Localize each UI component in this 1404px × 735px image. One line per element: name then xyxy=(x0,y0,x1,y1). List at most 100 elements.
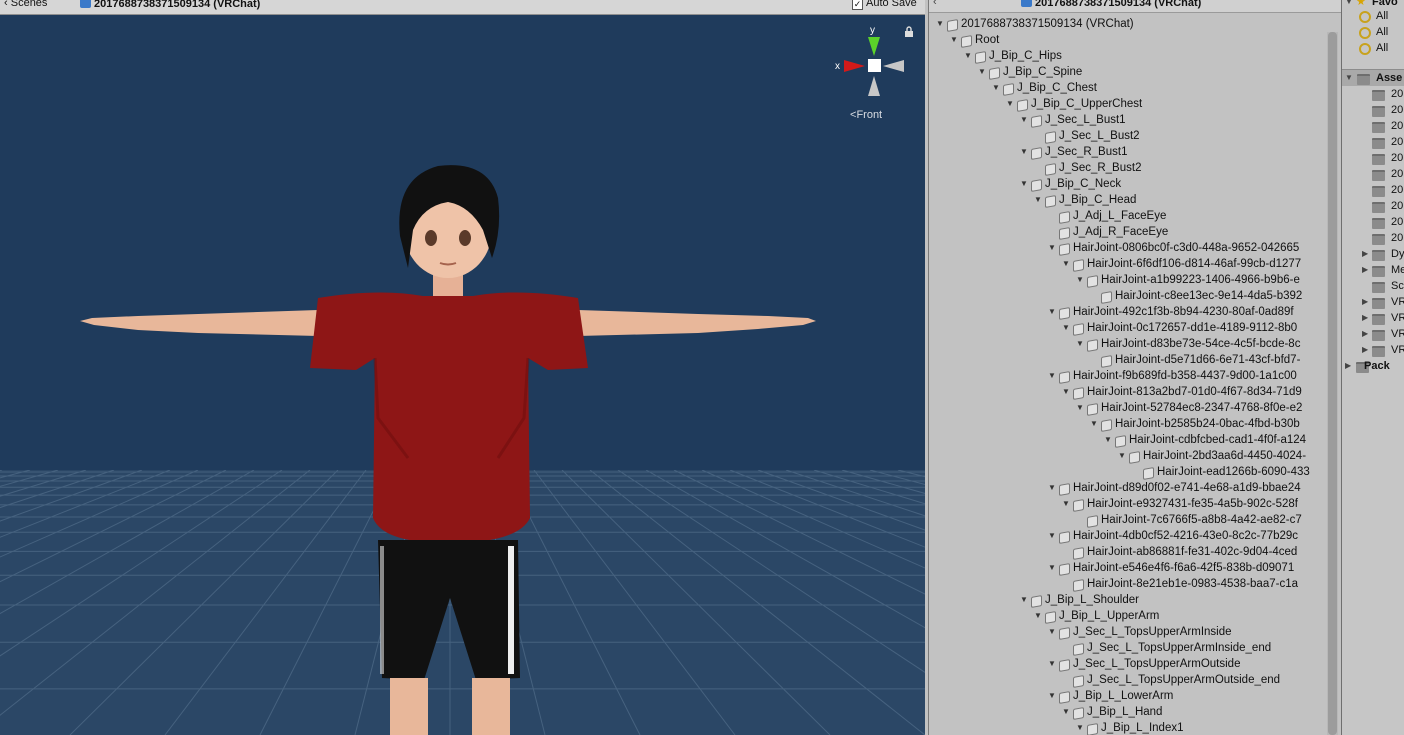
hierarchy-row[interactable]: ▼ HairJoint-52784ec8-2347-4768-8f0e-e2 xyxy=(929,400,1325,416)
scene-view[interactable]: ‹ Scenes 2017688738371509134 (VRChat) ✓ A… xyxy=(0,0,925,735)
hierarchy-scrollbar[interactable] xyxy=(1327,32,1338,735)
expand-arrow-icon[interactable]: ▼ xyxy=(991,80,1001,96)
expand-arrow-icon[interactable]: ▼ xyxy=(1019,144,1029,160)
hierarchy-row[interactable]: ▼ J_Bip_L_Shoulder xyxy=(929,592,1325,608)
hierarchy-row[interactable]: ▼ J_Sec_L_TopsUpperArmOutside xyxy=(929,656,1325,672)
hierarchy-row[interactable]: ▼ J_Sec_L_TopsUpperArmInside xyxy=(929,624,1325,640)
hierarchy-row[interactable]: ▼ HairJoint-e546e4f6-f6a6-42f5-838b-d0907… xyxy=(929,560,1325,576)
expand-arrow-icon[interactable]: ▼ xyxy=(963,48,973,64)
expand-arrow-icon[interactable]: ▼ xyxy=(1061,320,1071,336)
hierarchy-row[interactable]: ▼ HairJoint-f9b689fd-b358-4437-9d00-1a1c0… xyxy=(929,368,1325,384)
collapse-arrow-icon[interactable]: ▶ xyxy=(1362,246,1368,262)
hierarchy-row[interactable]: J_Adj_L_FaceEye xyxy=(929,208,1325,224)
assets-header[interactable]: ▼ Asse xyxy=(1342,70,1404,86)
expand-arrow-icon[interactable]: ▼ xyxy=(1005,96,1015,112)
expand-arrow-icon[interactable]: ▼ xyxy=(1075,336,1085,352)
hierarchy-row[interactable]: ▼ HairJoint-0806bc0f-c3d0-448a-9652-04266… xyxy=(929,240,1325,256)
hierarchy-row[interactable]: ▼ HairJoint-d83be73e-54ce-4c5f-bcde-8c xyxy=(929,336,1325,352)
collapse-arrow-icon[interactable]: ▶ xyxy=(1362,310,1368,326)
view-mode-label[interactable]: <Front xyxy=(850,109,882,121)
expand-arrow-icon[interactable]: ▼ xyxy=(1019,176,1029,192)
hierarchy-row[interactable]: ▼ J_Bip_L_Index1 xyxy=(929,720,1325,735)
expand-arrow-icon[interactable]: ▼ xyxy=(1061,256,1071,272)
expand-arrow-icon[interactable]: ▼ xyxy=(1061,704,1071,720)
hierarchy-row[interactable]: J_Sec_L_TopsUpperArmInside_end xyxy=(929,640,1325,656)
hierarchy-row[interactable]: HairJoint-8e21eb1e-0983-4538-baa7-c1a xyxy=(929,576,1325,592)
hierarchy-row[interactable]: ▼ HairJoint-a1b99223-1406-4966-b9b6-e xyxy=(929,272,1325,288)
expand-arrow-icon[interactable]: ▼ xyxy=(1061,496,1071,512)
hierarchy-row[interactable]: ▼ J_Bip_L_LowerArm xyxy=(929,688,1325,704)
hierarchy-row[interactable]: ▼ J_Bip_C_Head xyxy=(929,192,1325,208)
prefab-breadcrumb[interactable]: 2017688738371509134 (VRChat) xyxy=(80,0,260,10)
expand-arrow-icon[interactable]: ▼ xyxy=(1033,608,1043,624)
expand-arrow-icon[interactable]: ▼ xyxy=(935,16,945,32)
expand-arrow-icon[interactable]: ▼ xyxy=(1047,656,1057,672)
expand-arrow-icon[interactable]: ▼ xyxy=(1047,560,1057,576)
hierarchy-row[interactable]: ▼ J_Bip_C_UpperChest xyxy=(929,96,1325,112)
hierarchy-row[interactable]: ▼ HairJoint-4db0cf52-4216-43e0-8c2c-77b29… xyxy=(929,528,1325,544)
hierarchy-row[interactable]: ▼ J_Bip_C_Chest xyxy=(929,80,1325,96)
hierarchy-row[interactable]: ▼ Root xyxy=(929,32,1325,48)
expand-arrow-icon[interactable]: ▼ xyxy=(1047,688,1057,704)
hierarchy-row[interactable]: ▼ HairJoint-d89d0f02-e741-4e68-a1d9-bbae2… xyxy=(929,480,1325,496)
collapse-arrow-icon[interactable]: ▶ xyxy=(1362,294,1368,310)
hierarchy-row[interactable]: ▼ J_Bip_L_UpperArm xyxy=(929,608,1325,624)
hierarchy-row[interactable]: J_Sec_L_Bust2 xyxy=(929,128,1325,144)
collapse-arrow-icon[interactable]: ▶ xyxy=(1362,326,1368,342)
gizmo-x-cone-icon[interactable] xyxy=(844,60,865,72)
auto-save-toggle[interactable]: ✓ Auto Save xyxy=(852,0,917,10)
hierarchy-row[interactable]: ▼ HairJoint-492c1f3b-8b94-4230-80af-0ad89… xyxy=(929,304,1325,320)
expand-arrow-icon[interactable]: ▼ xyxy=(1033,192,1043,208)
back-arrow-icon[interactable]: ‹ xyxy=(933,0,937,8)
hierarchy-row[interactable]: HairJoint-7c6766f5-a8b8-4a42-ae82-c7 xyxy=(929,512,1325,528)
collapse-arrow-icon[interactable]: ▶ xyxy=(1362,262,1368,278)
expand-arrow-icon[interactable]: ▼ xyxy=(1345,70,1353,86)
hierarchy-row[interactable]: ▼ 2017688738371509134 (VRChat) xyxy=(929,16,1325,32)
expand-arrow-icon[interactable]: ▼ xyxy=(1047,480,1057,496)
expand-arrow-icon[interactable]: ▼ xyxy=(1047,304,1057,320)
avatar-model[interactable] xyxy=(78,158,818,735)
expand-arrow-icon[interactable]: ▼ xyxy=(1047,624,1057,640)
expand-arrow-icon[interactable]: ▼ xyxy=(1103,432,1113,448)
gizmo-center-cube-icon[interactable] xyxy=(868,59,881,72)
collapse-arrow-icon[interactable]: ▶ xyxy=(1362,342,1368,358)
expand-arrow-icon[interactable]: ▼ xyxy=(1047,240,1057,256)
hierarchy-row[interactable]: HairJoint-d5e71d66-6e71-43cf-bfd7- xyxy=(929,352,1325,368)
hierarchy-row[interactable]: ▼ J_Bip_C_Spine xyxy=(929,64,1325,80)
hierarchy-row[interactable]: ▼ J_Bip_L_Hand xyxy=(929,704,1325,720)
expand-arrow-icon[interactable]: ▼ xyxy=(1117,448,1127,464)
hierarchy-row[interactable]: ▼ J_Bip_C_Hips xyxy=(929,48,1325,64)
expand-arrow-icon[interactable]: ▼ xyxy=(1075,720,1085,735)
hierarchy-row[interactable]: ▼ J_Bip_C_Neck xyxy=(929,176,1325,192)
hierarchy-row[interactable]: ▼ HairJoint-b2585b24-0bac-4fbd-b30b xyxy=(929,416,1325,432)
expand-arrow-icon[interactable]: ▼ xyxy=(1061,384,1071,400)
hierarchy-row[interactable]: ▼ HairJoint-e9327431-fe35-4a5b-902c-528f xyxy=(929,496,1325,512)
hierarchy-row[interactable]: ▼ HairJoint-6f6df106-d814-46af-99cb-d1277 xyxy=(929,256,1325,272)
hierarchy-row[interactable]: ▼ J_Sec_R_Bust1 xyxy=(929,144,1325,160)
expand-arrow-icon[interactable]: ▼ xyxy=(1075,272,1085,288)
gizmo-negx-cone-icon[interactable] xyxy=(883,60,904,72)
collapse-arrow-icon[interactable]: ▶ xyxy=(1345,358,1351,374)
hierarchy-row[interactable]: J_Adj_R_FaceEye xyxy=(929,224,1325,240)
expand-arrow-icon[interactable]: ▼ xyxy=(949,32,959,48)
gizmo-y-cone-icon[interactable] xyxy=(868,37,880,56)
hierarchy-row[interactable]: J_Sec_L_TopsUpperArmOutside_end xyxy=(929,672,1325,688)
expand-arrow-icon[interactable]: ▼ xyxy=(1047,528,1057,544)
hierarchy-row[interactable]: ▼ HairJoint-cdbfcbed-cad1-4f0f-a124 xyxy=(929,432,1325,448)
expand-arrow-icon[interactable]: ▼ xyxy=(1075,400,1085,416)
expand-arrow-icon[interactable]: ▼ xyxy=(1089,416,1099,432)
expand-arrow-icon[interactable]: ▼ xyxy=(1345,0,1353,10)
hierarchy-row[interactable]: HairJoint-c8ee13ec-9e14-4da5-b392 xyxy=(929,288,1325,304)
hierarchy-row[interactable]: ▼ J_Sec_L_Bust1 xyxy=(929,112,1325,128)
expand-arrow-icon[interactable]: ▼ xyxy=(977,64,987,80)
hierarchy-row[interactable]: J_Sec_R_Bust2 xyxy=(929,160,1325,176)
hierarchy-row[interactable]: ▼ HairJoint-2bd3aa6d-4450-4024- xyxy=(929,448,1325,464)
expand-arrow-icon[interactable]: ▼ xyxy=(1047,368,1057,384)
expand-arrow-icon[interactable]: ▼ xyxy=(1019,592,1029,608)
hierarchy-row[interactable]: HairJoint-ead1266b-6090-433 xyxy=(929,464,1325,480)
gizmo-negy-cone-icon[interactable] xyxy=(868,76,880,96)
expand-arrow-icon[interactable]: ▼ xyxy=(1019,112,1029,128)
scenes-breadcrumb[interactable]: ‹ Scenes xyxy=(4,0,47,9)
hierarchy-row[interactable]: HairJoint-ab86881f-fe31-402c-9d04-4ced xyxy=(929,544,1325,560)
scrollbar-thumb[interactable] xyxy=(1328,32,1337,735)
